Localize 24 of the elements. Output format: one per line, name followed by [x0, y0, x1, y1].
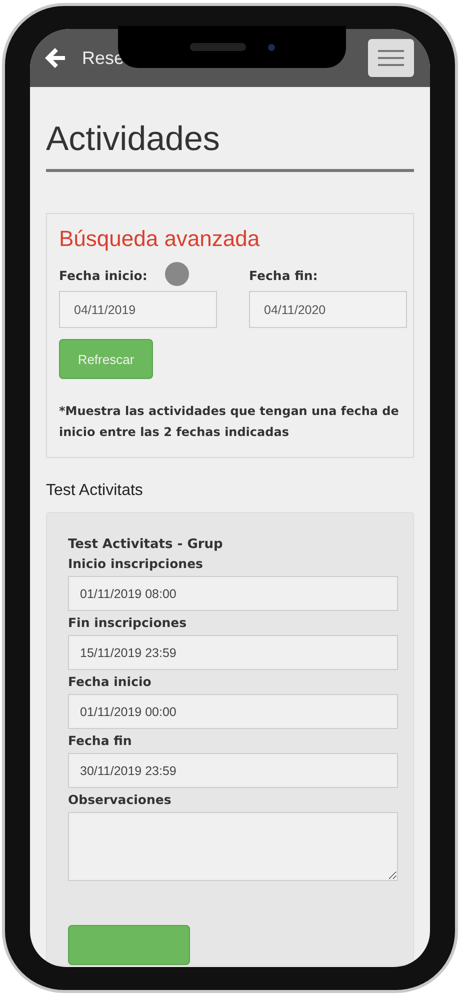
field-label: Fecha inicio:	[59, 268, 148, 283]
input-field[interactable]: 30/11/2019 23:59	[68, 753, 398, 788]
touch-indicator-icon	[165, 262, 189, 286]
header-title: Rese	[82, 48, 124, 68]
field-label: Fin inscripciones	[68, 615, 187, 630]
back-arrow-icon[interactable]	[44, 46, 68, 70]
input-field[interactable]: 01/11/2019 08:00	[68, 576, 398, 611]
field-label: Fecha inicio	[68, 674, 152, 689]
search-note: *Muestra las actividades que tengan una fecha de inicio entre las 2 fechas indicadas	[59, 403, 400, 441]
panel-title: Búsqueda avanzada	[59, 226, 261, 252]
section-title: Test Activitats	[46, 482, 144, 500]
menu-button[interactable]	[368, 39, 414, 77]
group-title: Test Activitats - Grup	[68, 537, 223, 552]
field-label: Observaciones	[68, 792, 172, 807]
date-field[interactable]: 04/11/2020	[249, 291, 407, 328]
textarea-field[interactable]	[68, 812, 398, 881]
field-label: Inicio inscripciones	[68, 556, 203, 571]
field-label: Fecha fin:	[249, 268, 318, 283]
date-field[interactable]: 04/11/2019	[59, 291, 217, 328]
page-title: Actividades	[46, 119, 221, 160]
input-field[interactable]: 01/11/2019 00:00	[68, 694, 398, 729]
field-label: Fecha fin	[68, 733, 132, 748]
input-field[interactable]: 15/11/2019 23:59	[68, 635, 398, 670]
menu-icon	[378, 49, 404, 67]
